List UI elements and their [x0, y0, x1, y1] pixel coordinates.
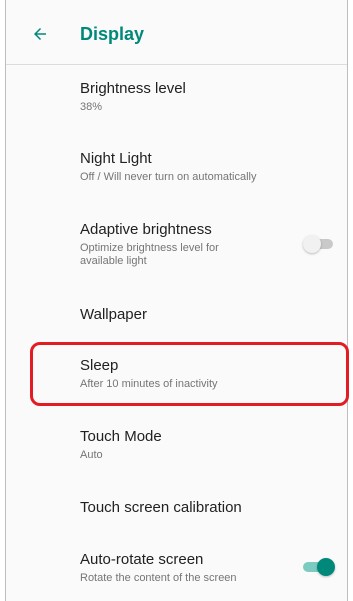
- adaptive-brightness-title: Adaptive brightness: [80, 221, 212, 238]
- page-title: Display: [80, 24, 145, 44]
- auto-rotate-title: Auto-rotate screen: [80, 551, 204, 568]
- adaptive-brightness-toggle[interactable]: [303, 235, 335, 253]
- night-light-summary: Off / Will never turn on automatically: [80, 171, 257, 183]
- adaptive-brightness-item[interactable]: Adaptive brightness Optimize brightness …: [80, 221, 287, 268]
- sleep-summary: After 10 minutes of inactivity: [80, 378, 218, 390]
- adaptive-brightness-summary-line1: Optimize brightness level for: [80, 242, 219, 254]
- touch-calibration-item[interactable]: Touch screen calibration: [80, 499, 335, 516]
- touch-mode-title: Touch Mode: [80, 428, 162, 445]
- brightness-level-title: Brightness level: [80, 80, 186, 97]
- night-light-item[interactable]: Night Light Off / Will never turn on aut…: [80, 150, 335, 184]
- auto-rotate-toggle[interactable]: [303, 558, 335, 576]
- touch-mode-item[interactable]: Touch Mode Auto: [80, 428, 335, 462]
- night-light-title: Night Light: [80, 150, 152, 167]
- back-button[interactable]: [26, 20, 54, 48]
- touch-calibration-title: Touch screen calibration: [80, 499, 242, 516]
- adaptive-brightness-summary: Optimize brightness level for available …: [80, 242, 287, 268]
- arrow-left-icon: [34, 28, 46, 40]
- toggle-thumb: [317, 558, 335, 576]
- auto-rotate-item[interactable]: Auto-rotate screen Rotate the content of…: [80, 551, 287, 585]
- touch-mode-summary: Auto: [80, 449, 103, 461]
- app-bar: Display: [6, 0, 347, 64]
- sleep-item[interactable]: Sleep After 10 minutes of inactivity: [80, 357, 335, 391]
- app-bar-divider: [6, 64, 347, 65]
- toggle-thumb: [303, 235, 321, 253]
- wallpaper-item[interactable]: Wallpaper: [80, 306, 335, 323]
- brightness-level-item[interactable]: Brightness level 38%: [80, 80, 335, 114]
- auto-rotate-summary: Rotate the content of the screen: [80, 572, 237, 584]
- settings-screen: Display Brightness level 38% Night Light…: [5, 0, 349, 601]
- sleep-title: Sleep: [80, 357, 119, 374]
- adaptive-brightness-summary-line2: available light: [80, 255, 147, 267]
- brightness-level-summary: 38%: [80, 101, 103, 113]
- wallpaper-title: Wallpaper: [80, 306, 147, 323]
